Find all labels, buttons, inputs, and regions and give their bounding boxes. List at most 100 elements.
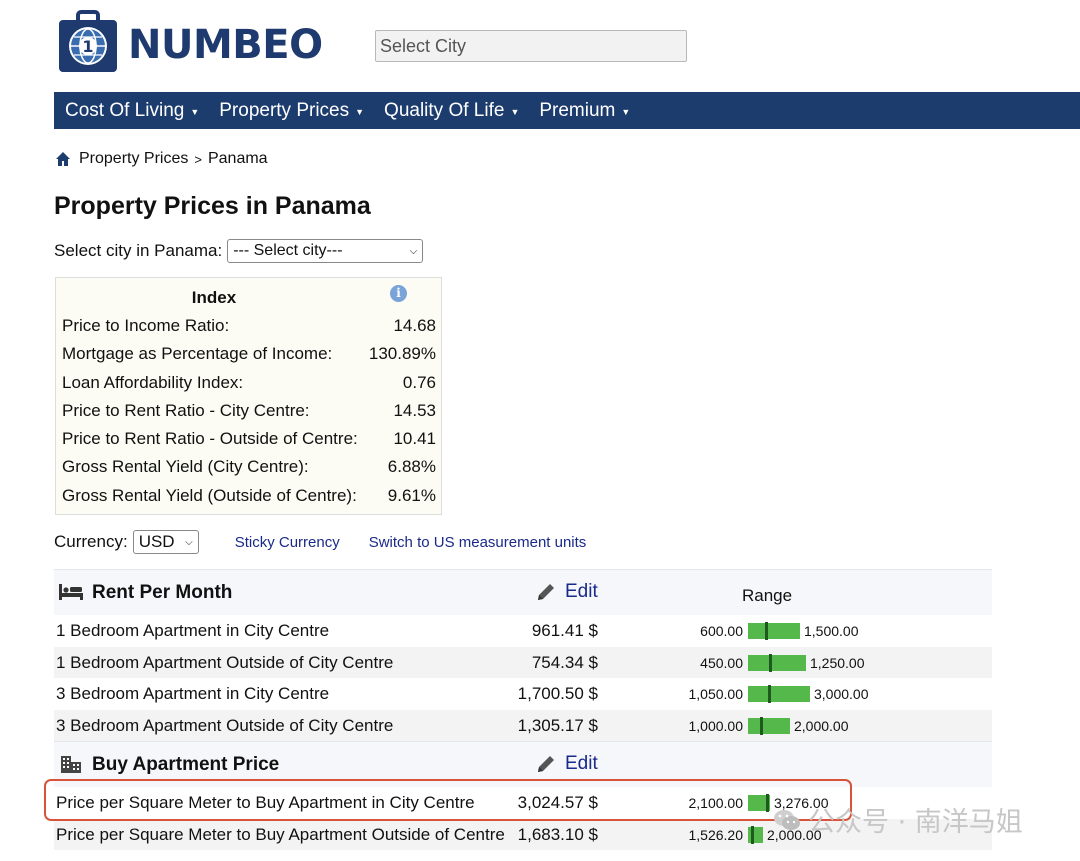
table-row: 1 Bedroom Apartment Outside of City Cent… bbox=[54, 646, 992, 678]
nav-quality-of-life[interactable]: Quality Of Life ▼ bbox=[384, 100, 519, 122]
range-average-marker bbox=[751, 825, 754, 844]
index-row: Gross Rental Yield (City Centre): 6.88% bbox=[62, 457, 436, 477]
city-select-label: Select city in Panama: bbox=[54, 241, 223, 260]
building-icon bbox=[61, 756, 81, 773]
caret-down-icon: ▼ bbox=[621, 106, 631, 117]
row-value: 961.41 $ bbox=[531, 621, 598, 640]
range-max: 1,500.00 bbox=[804, 623, 859, 639]
chevron-down-icon: ⌵ bbox=[409, 245, 418, 257]
index-row: Gross Rental Yield (Outside of Centre): 9… bbox=[62, 486, 436, 506]
breadcrumb-separator: > bbox=[194, 151, 202, 167]
caret-down-icon: ▼ bbox=[190, 106, 200, 117]
buy-section-title: Buy Apartment Price bbox=[92, 754, 280, 775]
range-max: 1,250.00 bbox=[810, 654, 865, 671]
nav-label: Property Prices bbox=[219, 99, 350, 121]
range-max: 3,000.00 bbox=[814, 686, 869, 702]
watermark: 公众号 · 南洋马姐 bbox=[772, 800, 1023, 839]
rent-edit-button[interactable]: Edit bbox=[536, 581, 598, 603]
range-average-marker bbox=[768, 685, 771, 703]
nav-label: Premium bbox=[539, 99, 616, 121]
index-label: Mortgage as Percentage of Income: bbox=[62, 344, 333, 363]
nav-label: Quality Of Life bbox=[384, 99, 505, 121]
caret-down-icon: ▼ bbox=[510, 106, 520, 117]
index-row: Mortgage as Percentage of Income: 130.89% bbox=[62, 344, 436, 364]
currency-value: USD bbox=[138, 532, 175, 551]
index-label: Gross Rental Yield (City Centre): bbox=[62, 457, 309, 476]
sticky-currency-link[interactable]: Sticky Currency bbox=[235, 534, 340, 551]
range-average-marker bbox=[765, 622, 768, 640]
range-min: 1,000.00 bbox=[688, 717, 744, 734]
row-label: 3 Bedroom Apartment in City Centre bbox=[56, 684, 330, 703]
currency-label: Currency: bbox=[54, 532, 128, 551]
index-label: Loan Affordability Index: bbox=[62, 373, 244, 392]
page-title: Property Prices in Panama bbox=[54, 192, 371, 220]
chevron-down-icon: ⌵ bbox=[185, 536, 193, 548]
index-box: Index i Price to Income Ratio: 14.68 Mort… bbox=[55, 277, 442, 515]
numbeo-logo[interactable]: 1 NUMBEO bbox=[56, 10, 323, 76]
index-row: Price to Rent Ratio - City Centre: 14.53 bbox=[62, 401, 436, 421]
range-bar bbox=[748, 654, 806, 671]
nav-premium[interactable]: Premium ▼ bbox=[539, 100, 630, 122]
row-value: 1,700.50 $ bbox=[517, 684, 598, 703]
index-value: 9.61% bbox=[387, 486, 436, 505]
range-bar bbox=[748, 686, 810, 702]
switch-units-link[interactable]: Switch to US measurement units bbox=[369, 534, 587, 551]
index-label: Gross Rental Yield (Outside of Centre): bbox=[62, 486, 357, 505]
row-label: 3 Bedroom Apartment Outside of City Cent… bbox=[56, 715, 394, 735]
table-row: 3 Bedroom Apartment in City Centre 1,700… bbox=[54, 678, 992, 710]
range-min: 1,526.20 bbox=[688, 826, 744, 843]
edit-label: Edit bbox=[565, 581, 598, 602]
index-row: Price to Income Ratio: 14.68 bbox=[62, 316, 436, 336]
nav-property-prices[interactable]: Property Prices ▼ bbox=[219, 100, 364, 122]
range-min: 450.00 bbox=[700, 654, 743, 671]
range-min: 600.00 bbox=[700, 623, 743, 639]
row-label: 1 Bedroom Apartment in City Centre bbox=[56, 621, 330, 640]
table-row: 3 Bedroom Apartment Outside of City Cent… bbox=[54, 709, 992, 741]
range-max: 2,000.00 bbox=[794, 717, 849, 734]
city-select-dropdown[interactable]: --- Select city--- ⌵ bbox=[227, 239, 424, 263]
range-average-marker bbox=[760, 716, 763, 735]
index-value: 6.88% bbox=[387, 457, 436, 476]
pencil-icon bbox=[538, 584, 554, 600]
index-row: Loan Affordability Index: 0.76 bbox=[62, 373, 436, 393]
rent-section-header: Rent Per Month Edit Range bbox=[54, 569, 992, 615]
index-label: Price to Rent Ratio - Outside of Centre: bbox=[62, 429, 358, 448]
breadcrumb: Property Prices > Panama bbox=[55, 150, 268, 168]
currency-select[interactable]: USD ⌵ bbox=[132, 530, 199, 554]
index-label: Price to Income Ratio: bbox=[62, 316, 230, 335]
breadcrumb-property-prices[interactable]: Property Prices bbox=[79, 150, 188, 168]
index-value: 10.41 bbox=[393, 429, 436, 448]
nav-cost-of-living[interactable]: Cost Of Living ▼ bbox=[65, 100, 199, 122]
range-min: 1,050.00 bbox=[688, 686, 744, 702]
index-value: 14.53 bbox=[393, 401, 436, 420]
pencil-icon bbox=[538, 756, 554, 772]
buy-edit-button[interactable]: Edit bbox=[536, 753, 598, 775]
city-select-row: Select city in Panama: --- Select city--… bbox=[54, 239, 424, 263]
globe-suitcase-icon: 1 bbox=[59, 10, 117, 72]
range-bar bbox=[748, 623, 800, 639]
brand-name: NUMBEO bbox=[128, 22, 323, 68]
row-label: 1 Bedroom Apartment Outside of City Cent… bbox=[56, 652, 394, 672]
range-header: Range bbox=[742, 586, 793, 605]
range-average-marker bbox=[769, 653, 772, 672]
bed-icon bbox=[59, 584, 83, 600]
wechat-icon bbox=[774, 809, 800, 830]
highlight-annotation bbox=[44, 779, 852, 821]
info-icon[interactable]: i bbox=[390, 285, 407, 302]
breadcrumb-panama[interactable]: Panama bbox=[208, 150, 268, 168]
index-row: Price to Rent Ratio - Outside of Centre:… bbox=[62, 429, 436, 449]
row-value: 1,305.17 $ bbox=[517, 715, 598, 735]
city-select-value: --- Select city--- bbox=[233, 242, 343, 259]
svg-text:1: 1 bbox=[82, 37, 93, 56]
edit-label: Edit bbox=[565, 753, 598, 774]
range-bar bbox=[748, 717, 790, 734]
main-nav: Cost Of Living ▼ Property Prices ▼ Quality… bbox=[54, 92, 1080, 129]
city-search-input[interactable] bbox=[375, 30, 687, 62]
index-title: Index bbox=[191, 288, 237, 307]
rent-section-title: Rent Per Month bbox=[92, 582, 233, 603]
table-row: 1 Bedroom Apartment in City Centre 961.4… bbox=[54, 615, 992, 647]
row-value: 754.34 $ bbox=[531, 652, 598, 672]
home-icon[interactable] bbox=[55, 151, 71, 167]
index-value: 130.89% bbox=[368, 344, 436, 363]
caret-down-icon: ▼ bbox=[355, 106, 365, 117]
